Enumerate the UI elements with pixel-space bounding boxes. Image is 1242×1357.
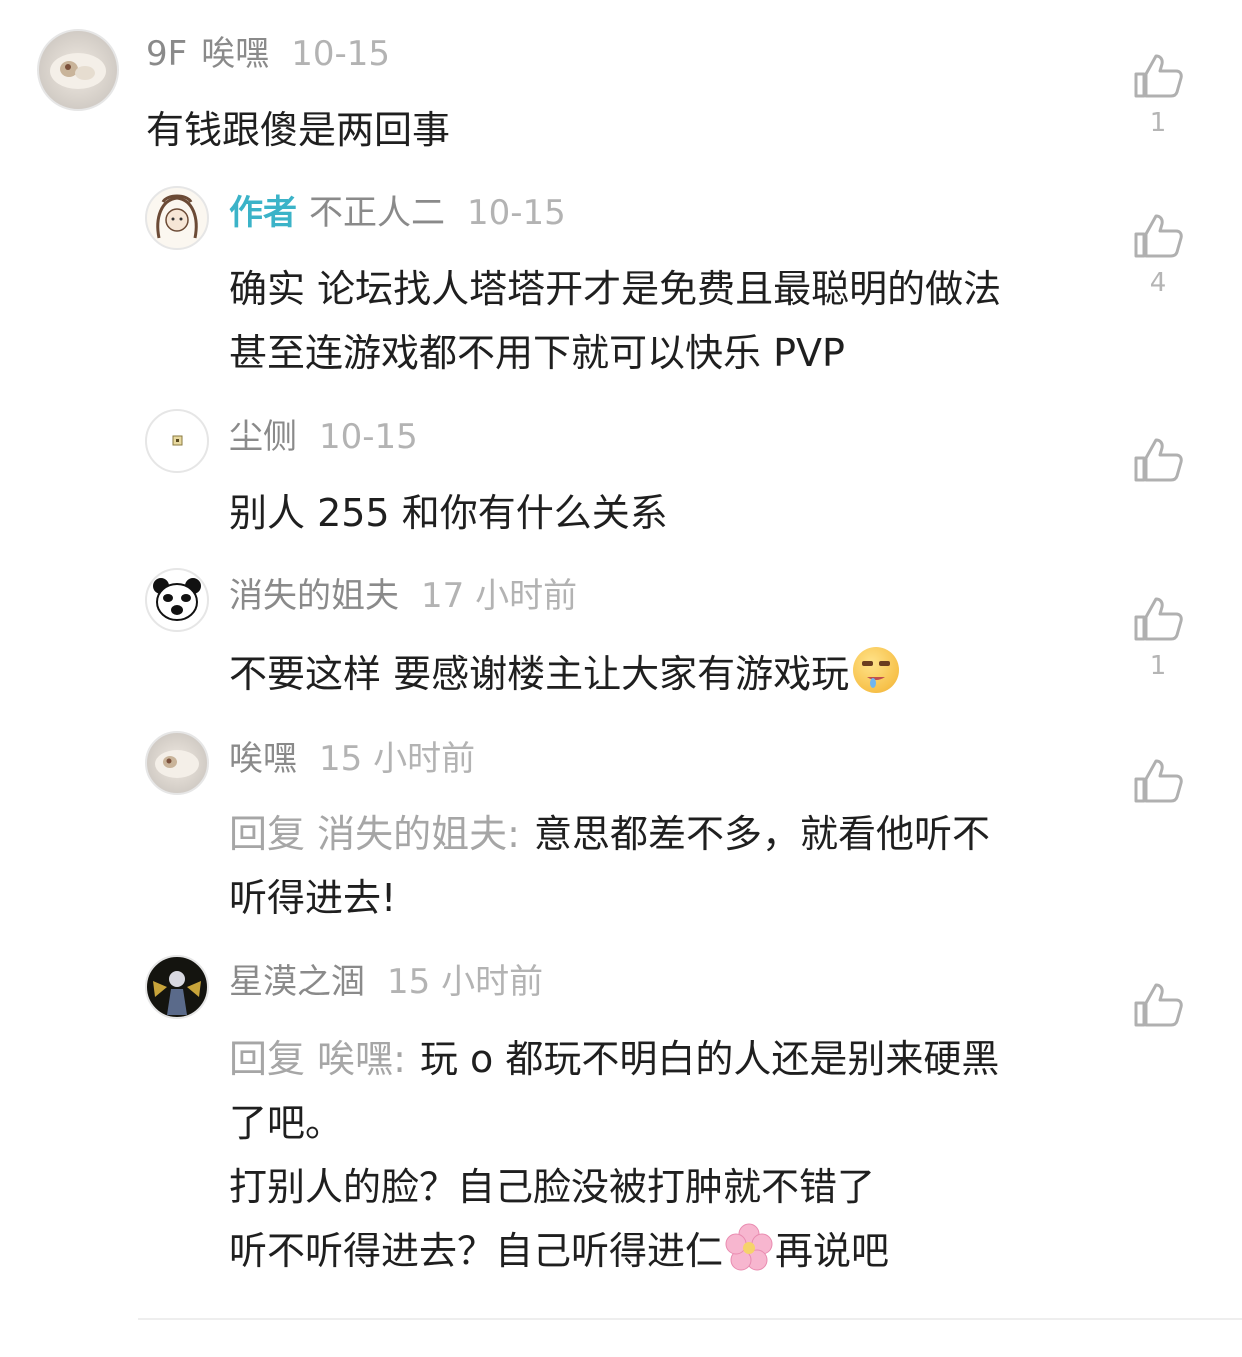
timestamp: 17 小时前 bbox=[421, 576, 578, 616]
reply-text: 不要这样 要感谢楼主让大家有游戏玩 bbox=[229, 642, 900, 706]
like-count: 1 bbox=[1149, 108, 1167, 138]
username[interactable]: 尘侧 bbox=[229, 417, 297, 457]
like-button[interactable] bbox=[1130, 436, 1186, 522]
like-count bbox=[1130, 492, 1186, 522]
comment-meta: 9F 唉嘿 10-15 bbox=[146, 34, 390, 74]
reply-prefix: 回复 唉嘿: bbox=[229, 1037, 406, 1081]
reply-text: 别人 255 和你有什么关系 bbox=[229, 491, 668, 535]
like-button[interactable] bbox=[1130, 757, 1186, 843]
timestamp: 10-15 bbox=[291, 34, 390, 74]
reply-meta: 星漠之涸 15 小时前 bbox=[229, 962, 543, 1002]
panda-meme-avatar-icon bbox=[153, 578, 201, 621]
thumbs-up-icon bbox=[1134, 983, 1183, 1027]
avatar[interactable] bbox=[145, 731, 209, 795]
username[interactable]: 不正人二 bbox=[309, 193, 445, 233]
thumbs-up-icon bbox=[1134, 214, 1183, 258]
timestamp: 10-15 bbox=[467, 193, 566, 233]
thumbs-up-icon bbox=[1134, 597, 1183, 641]
reply-to-username[interactable]: 消失的姐夫 bbox=[317, 812, 507, 856]
reply-text: 确实 论坛找人塔塔开才是免费且最聪明的做法 甚至连游戏都不用下就可以快乐 PVP bbox=[229, 267, 1002, 375]
cherry-blossom-emoji-icon bbox=[723, 1222, 775, 1274]
comment-text: 有钱跟傻是两回事 bbox=[146, 108, 451, 152]
dumpling-avatar-icon bbox=[155, 750, 199, 778]
username[interactable]: 唉嘿 bbox=[229, 739, 297, 779]
reply-meta: 尘侧 10-15 bbox=[229, 417, 418, 457]
avatar[interactable] bbox=[145, 409, 209, 473]
reply-meta: 作者 不正人二 10-15 bbox=[229, 193, 566, 233]
like-count bbox=[1130, 1037, 1186, 1067]
timestamp: 10-15 bbox=[319, 417, 418, 457]
author-badge: 作者 bbox=[229, 193, 297, 233]
sketch-girl-avatar-icon bbox=[156, 194, 198, 239]
avatar[interactable] bbox=[145, 955, 209, 1019]
avatar[interactable] bbox=[145, 568, 209, 632]
reply-text: 回复 唉嘿: 玩 o 都玩不明白的人还是别来硬黑 了吧。 打别人的脸？自己脸没被打… bbox=[229, 1037, 1000, 1274]
floor-number: 9F bbox=[146, 34, 188, 74]
like-button[interactable]: 4 bbox=[1130, 212, 1186, 298]
avatar[interactable] bbox=[37, 29, 119, 111]
like-button[interactable]: 1 bbox=[1130, 52, 1186, 138]
reply-to-username[interactable]: 唉嘿 bbox=[317, 1037, 393, 1081]
avatar[interactable] bbox=[145, 186, 209, 250]
dumpling-avatar-icon bbox=[50, 53, 106, 89]
username[interactable]: 星漠之涸 bbox=[229, 962, 365, 1002]
reply-meta: 唉嘿 15 小时前 bbox=[229, 739, 475, 779]
like-button[interactable] bbox=[1130, 981, 1186, 1067]
tiny-pixel-avatar-icon bbox=[172, 435, 183, 446]
divider bbox=[138, 1318, 1242, 1320]
like-button[interactable]: 1 bbox=[1130, 595, 1186, 681]
thumbs-up-icon bbox=[1134, 54, 1183, 98]
thumbs-up-icon bbox=[1134, 438, 1183, 482]
reply-prefix: 回复 消失的姐夫: bbox=[229, 812, 520, 856]
dark-character-avatar-icon bbox=[153, 971, 201, 1015]
reply-meta: 消失的姐夫 17 小时前 bbox=[229, 576, 577, 616]
thumbs-up-icon bbox=[1134, 759, 1183, 803]
timestamp: 15 小时前 bbox=[387, 962, 544, 1002]
drooling-face-emoji-icon bbox=[853, 647, 900, 693]
username[interactable]: 消失的姐夫 bbox=[229, 576, 399, 616]
like-count: 1 bbox=[1149, 651, 1167, 681]
reply-text: 回复 消失的姐夫: 意思都差不多，就看他听不 听得进去! bbox=[229, 812, 990, 920]
timestamp: 15 小时前 bbox=[319, 739, 476, 779]
like-count: 4 bbox=[1149, 268, 1167, 298]
username[interactable]: 唉嘿 bbox=[201, 34, 269, 74]
like-count bbox=[1130, 813, 1186, 843]
